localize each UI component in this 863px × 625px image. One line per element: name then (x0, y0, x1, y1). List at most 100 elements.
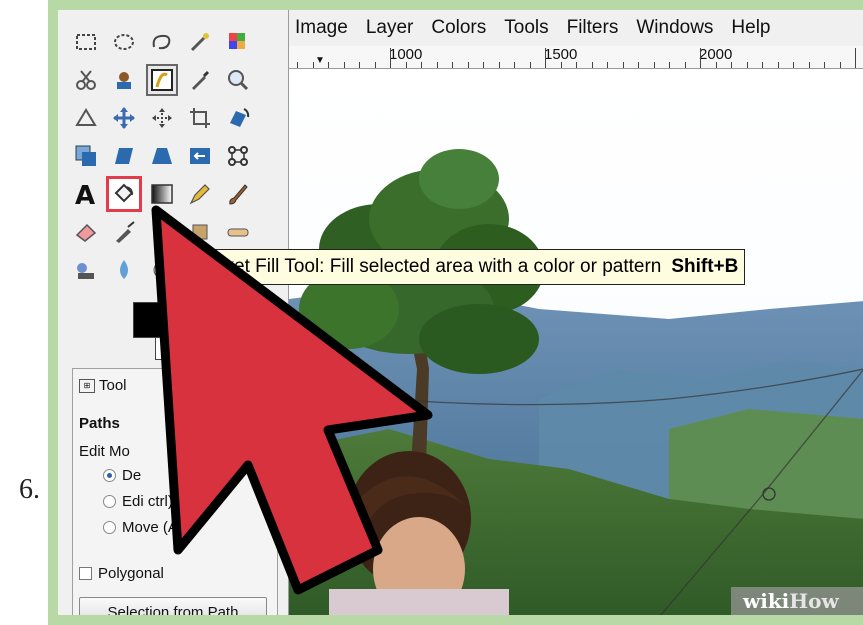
ruler-tick (855, 48, 856, 68)
ruler-tick (483, 62, 484, 68)
edit-mode-edit-radio[interactable]: Edi ctrl) (103, 493, 173, 510)
tool-options-title: Paths (79, 415, 120, 432)
bucket-fill-tooltip: cket Fill Tool: Fill selected area with … (208, 249, 746, 285)
ruler-tick (560, 62, 562, 68)
ruler-tick (793, 62, 794, 68)
menubar: Image Layer Colors Tools Filters Windows… (289, 10, 863, 46)
ruler-tick (607, 62, 608, 68)
rotate-icon[interactable] (222, 102, 254, 134)
ellipse-select-icon[interactable] (108, 26, 140, 58)
image-canvas[interactable] (289, 69, 863, 615)
watermark-wiki: wiki (743, 589, 790, 613)
tool-options-tab[interactable]: ⊞ Tool (79, 377, 127, 394)
watermark-how: How (789, 589, 839, 613)
flip-icon[interactable] (184, 140, 216, 172)
photo (289, 69, 863, 615)
ruler-tick (328, 62, 329, 68)
ruler-tick (824, 62, 825, 68)
wikihow-watermark: wiki How (731, 587, 863, 615)
selection-from-path-button[interactable]: Selection from Path (79, 597, 267, 615)
fuzzy-select-icon[interactable] (184, 26, 216, 58)
ruler-tick (374, 62, 376, 68)
ruler-tick (436, 62, 438, 68)
menu-help[interactable]: Help (722, 17, 779, 39)
eraser-icon[interactable] (70, 216, 102, 248)
tooltip-text: cket Fill Tool: Fill selected area with … (215, 256, 662, 277)
ruler-tick (312, 62, 314, 68)
radio-indicator (103, 469, 116, 482)
clone-icon[interactable] (184, 216, 216, 248)
cage-icon[interactable] (222, 140, 254, 172)
align-icon[interactable] (146, 102, 178, 134)
pencil-icon[interactable] (184, 178, 216, 210)
ruler-tick (591, 62, 593, 68)
screenshot-frame: A ⊞ Tool Paths Edit Mo De Edi ctrl) Move… (48, 0, 863, 625)
blur-icon[interactable] (108, 254, 140, 286)
fg-bg-colors[interactable] (133, 302, 193, 362)
ruler-tick (638, 62, 639, 68)
shear-icon[interactable] (108, 140, 140, 172)
ruler-pointer-icon: ▼ (315, 55, 325, 66)
tool-options-panel: ⊞ Tool Paths Edit Mo De Edi ctrl) Move (… (72, 368, 278, 615)
bucket-fill-icon[interactable] (106, 176, 142, 212)
ruler-tick (746, 62, 748, 68)
foreground-color-swatch[interactable] (133, 302, 169, 338)
ruler-label: 1000 (389, 46, 423, 63)
checkbox-box (79, 567, 92, 580)
paintbrush-icon[interactable] (222, 178, 254, 210)
ruler-tick (762, 62, 763, 68)
ruler-tick (343, 62, 345, 68)
ink-icon[interactable] (146, 216, 178, 248)
color-select-icon[interactable] (222, 26, 254, 58)
ruler-tick (514, 62, 515, 68)
edit-mode-label: Edit Mo (79, 443, 130, 460)
ruler-tick (653, 62, 655, 68)
heal-icon[interactable] (222, 216, 254, 248)
ruler-tick (390, 48, 391, 68)
zoom-icon[interactable] (222, 64, 254, 96)
crop-icon[interactable] (184, 102, 216, 134)
rect-select-icon[interactable] (70, 26, 102, 58)
horizontal-ruler[interactable]: ▼ 1000 1500 2000 (289, 46, 863, 69)
ruler-tick (359, 62, 360, 68)
scissors-select-icon[interactable] (70, 64, 102, 96)
ruler-tick (421, 62, 422, 68)
ruler-tick (669, 62, 670, 68)
blend-icon[interactable] (146, 178, 178, 210)
smudge-icon[interactable] (70, 254, 102, 286)
color-picker-icon[interactable] (184, 64, 216, 96)
menu-image[interactable]: Image (289, 17, 357, 39)
radio-label: Edi ctrl) (122, 493, 173, 510)
menu-layer[interactable]: Layer (357, 17, 423, 39)
move-icon[interactable] (108, 102, 140, 134)
menu-colors[interactable]: Colors (422, 17, 495, 39)
ruler-tick (684, 62, 686, 68)
ruler-tick (297, 62, 298, 68)
ruler-tick (622, 62, 624, 68)
edit-mode-design-radio[interactable]: De (103, 467, 141, 484)
measure-icon[interactable] (70, 102, 102, 134)
menu-filters[interactable]: Filters (558, 17, 628, 39)
menu-tools[interactable]: Tools (495, 17, 557, 39)
airbrush-icon[interactable] (108, 216, 140, 248)
ruler-tick (700, 48, 701, 68)
ruler-tick (777, 62, 779, 68)
ruler-tick (731, 62, 732, 68)
dodge-icon[interactable] (146, 254, 178, 286)
ruler-label: 2000 (699, 46, 733, 63)
edit-mode-move-radio[interactable]: Move (Alt) (103, 519, 190, 536)
polygonal-checkbox[interactable]: Polygonal (79, 565, 164, 582)
free-select-icon[interactable] (146, 26, 178, 58)
ruler-tick (839, 62, 841, 68)
text-icon[interactable]: A (70, 178, 102, 210)
paths-icon[interactable] (146, 64, 178, 96)
foreground-select-icon[interactable] (108, 64, 140, 96)
perspective-icon[interactable] (146, 140, 178, 172)
ruler-tick (405, 62, 407, 68)
radio-label: De (122, 467, 142, 484)
ruler-tick (545, 48, 546, 68)
step-number: 6. (19, 474, 40, 505)
scale-icon[interactable] (70, 140, 102, 172)
ruler-tick (467, 62, 469, 68)
menu-windows[interactable]: Windows (627, 17, 722, 39)
